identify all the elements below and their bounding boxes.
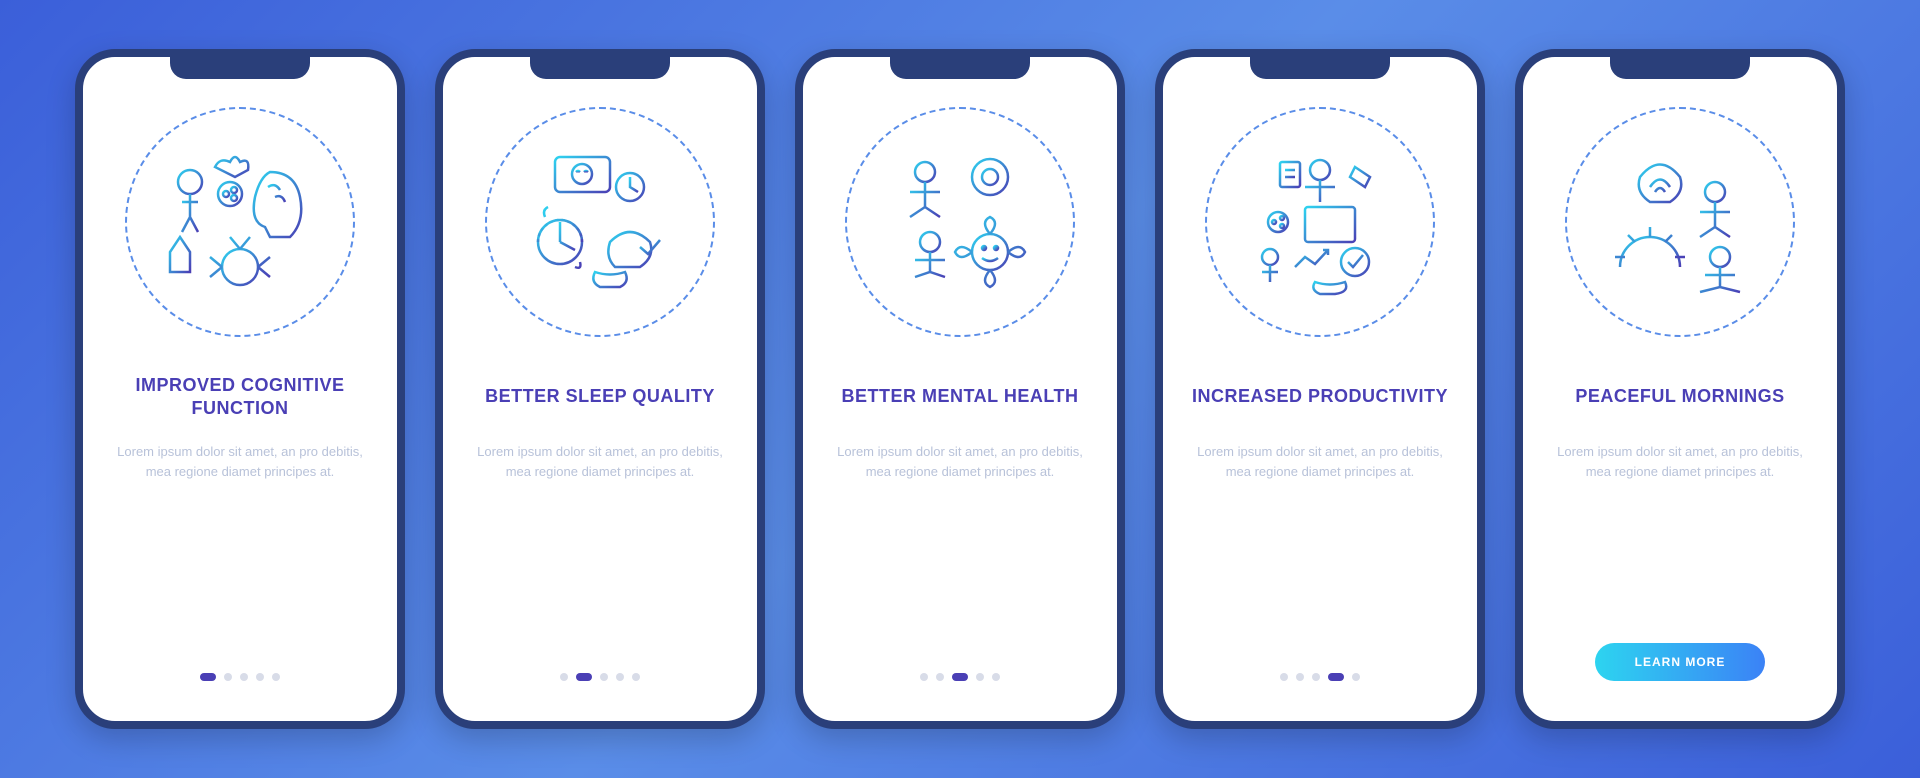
phone-notch <box>1250 57 1390 79</box>
screen-title: IMPROVED COGNITIVE FUNCTION <box>103 372 377 422</box>
illustration-productivity <box>1200 102 1440 342</box>
mental-health-icon <box>860 122 1060 322</box>
dot-2[interactable] <box>576 673 592 681</box>
onboarding-screen-3: BETTER MENTAL HEALTH Lorem ipsum dolor s… <box>795 49 1125 729</box>
dot-3[interactable] <box>240 673 248 681</box>
screen-description: Lorem ipsum dolor sit amet, an pro debit… <box>463 442 737 481</box>
pagination-dots <box>560 673 640 681</box>
dot-1[interactable] <box>200 673 216 681</box>
dot-4[interactable] <box>256 673 264 681</box>
screen-description: Lorem ipsum dolor sit amet, an pro debit… <box>1543 442 1817 481</box>
onboarding-screen-1: IMPROVED COGNITIVE FUNCTION Lorem ipsum … <box>75 49 405 729</box>
phone-notch <box>1610 57 1750 79</box>
onboarding-screen-2: BETTER SLEEP QUALITY Lorem ipsum dolor s… <box>435 49 765 729</box>
dot-5[interactable] <box>632 673 640 681</box>
phone-notch <box>890 57 1030 79</box>
dot-2[interactable] <box>224 673 232 681</box>
peaceful-mornings-icon <box>1580 122 1780 322</box>
learn-more-button[interactable]: LEARN MORE <box>1595 643 1766 681</box>
screen-title: PEACEFUL MORNINGS <box>1575 372 1784 422</box>
productivity-icon <box>1220 122 1420 322</box>
screen-title: BETTER MENTAL HEALTH <box>842 372 1079 422</box>
phone-notch <box>530 57 670 79</box>
dot-4[interactable] <box>616 673 624 681</box>
screen-title: INCREASED PRODUCTIVITY <box>1192 372 1448 422</box>
screen-title: BETTER SLEEP QUALITY <box>485 372 715 422</box>
dot-5[interactable] <box>1352 673 1360 681</box>
dot-2[interactable] <box>1296 673 1304 681</box>
phone-notch <box>170 57 310 79</box>
dot-4[interactable] <box>976 673 984 681</box>
screen-description: Lorem ipsum dolor sit amet, an pro debit… <box>1183 442 1457 481</box>
pagination-dots <box>1280 673 1360 681</box>
dot-3[interactable] <box>600 673 608 681</box>
dot-1[interactable] <box>920 673 928 681</box>
dot-5[interactable] <box>272 673 280 681</box>
dot-5[interactable] <box>992 673 1000 681</box>
dot-2[interactable] <box>936 673 944 681</box>
dot-1[interactable] <box>1280 673 1288 681</box>
illustration-mental-health <box>840 102 1080 342</box>
cognitive-icon <box>140 122 340 322</box>
screen-description: Lorem ipsum dolor sit amet, an pro debit… <box>103 442 377 481</box>
illustration-peaceful-mornings <box>1560 102 1800 342</box>
pagination-dots <box>920 673 1000 681</box>
dot-3[interactable] <box>952 673 968 681</box>
onboarding-screen-4: INCREASED PRODUCTIVITY Lorem ipsum dolor… <box>1155 49 1485 729</box>
illustration-cognitive <box>120 102 360 342</box>
illustration-sleep <box>480 102 720 342</box>
screen-description: Lorem ipsum dolor sit amet, an pro debit… <box>823 442 1097 481</box>
dot-1[interactable] <box>560 673 568 681</box>
pagination-dots <box>200 673 280 681</box>
sleep-icon <box>500 122 700 322</box>
dot-3[interactable] <box>1312 673 1320 681</box>
onboarding-screen-5: PEACEFUL MORNINGS Lorem ipsum dolor sit … <box>1515 49 1845 729</box>
dot-4[interactable] <box>1328 673 1344 681</box>
